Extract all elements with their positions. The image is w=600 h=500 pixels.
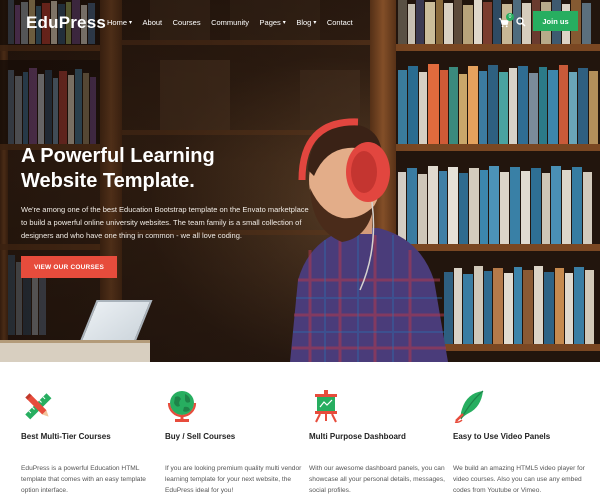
menu-item-label: Courses (172, 18, 201, 27)
menu-item-label: Blog (296, 18, 312, 27)
top-navbar: EduPress Home ▾ About Courses Community P… (0, 0, 600, 44)
hero-title: A Powerful Learning Website Template. (21, 145, 215, 192)
chevron-down-icon: ▾ (282, 20, 286, 26)
main-menu: Home ▾ About Courses Community Pages ▾ Blo… (107, 18, 363, 27)
menu-item-blog[interactable]: Blog ▾ (296, 18, 316, 27)
menu-item-label: Home (107, 18, 128, 27)
menu-item-label: Community (211, 18, 250, 27)
features-section: Best Multi-Tier Courses EduPress is a po… (0, 362, 600, 500)
chevron-down-icon: ▾ (313, 20, 317, 26)
menu-item-home[interactable]: Home ▾ (107, 18, 132, 27)
cart-count-badge: 0 (506, 13, 514, 21)
search-icon[interactable] (516, 17, 526, 27)
quill-pen-icon (454, 390, 484, 423)
feature-description: We build an amazing HTML5 video player f… (453, 465, 585, 494)
feature-description: If you are looking premium quality multi… (165, 465, 302, 494)
menu-item-pages[interactable]: Pages ▾ (260, 18, 286, 27)
feature-title: Multi Purpose Dashboard (309, 432, 406, 441)
menu-item-label: About (142, 18, 163, 27)
chevron-down-icon: ▾ (129, 20, 133, 26)
feature-description: EduPress is a powerful Education HTML te… (21, 465, 146, 494)
ruler-pencil-icon (25, 393, 52, 420)
menu-item-community[interactable]: Community (211, 18, 249, 27)
feature-title: Easy to Use Video Panels (453, 432, 551, 441)
menu-item-courses[interactable]: Courses (173, 18, 201, 27)
menu-item-label: Pages (259, 18, 281, 27)
site-logo[interactable]: EduPress (26, 13, 106, 33)
book-stack-image (0, 340, 150, 362)
join-us-button[interactable]: Join us (533, 11, 578, 31)
menu-item-label: Contact (326, 18, 353, 27)
presentation-board-icon (315, 390, 337, 423)
globe-icon (167, 391, 197, 422)
feature-title: Best Multi-Tier Courses (21, 432, 111, 441)
feature-description: With our awesome dashboard panels, you c… (309, 465, 445, 494)
menu-item-about[interactable]: About (143, 18, 163, 27)
menu-item-contact[interactable]: Contact (327, 18, 353, 27)
hero-description: We're among one of the best Education Bo… (21, 205, 309, 240)
feature-title: Buy / Sell Courses (165, 432, 236, 441)
view-courses-button[interactable]: VIEW OUR COURSES (21, 256, 117, 278)
